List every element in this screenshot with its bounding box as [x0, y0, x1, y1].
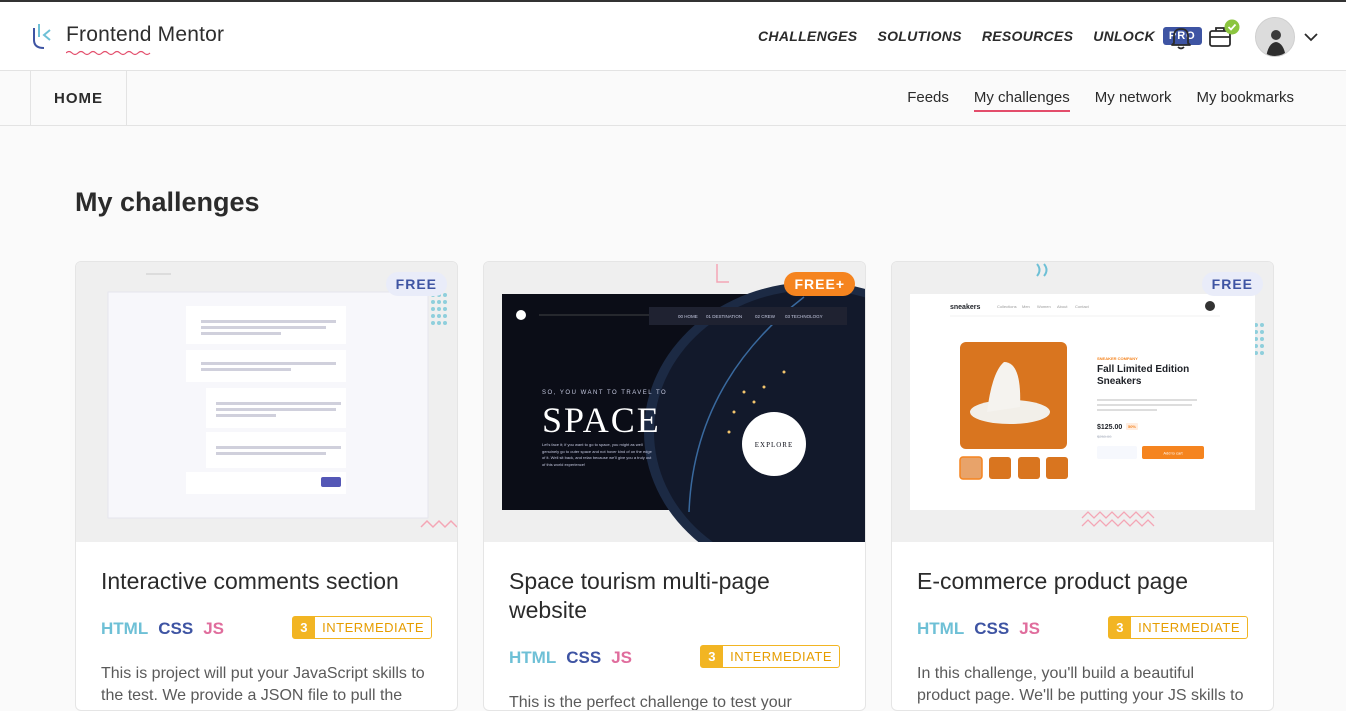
nav-solutions[interactable]: SOLUTIONS — [877, 28, 961, 44]
main-nav: CHALLENGES SOLUTIONS RESOURCES UNLOCK PR… — [758, 27, 1202, 45]
brand-name: Frontend Mentor — [66, 23, 224, 56]
top-bar: Frontend Mentor CHALLENGES SOLUTIONS RES… — [0, 0, 1346, 71]
shop-brand: sneakers — [950, 304, 980, 311]
challenge-card[interactable]: FREE Interactive comments section HTML C… — [75, 261, 458, 711]
space-menu-home: 00 HOME — [678, 314, 698, 319]
tag-css: CSS — [566, 648, 602, 667]
sub-nav-bar: HOME Feeds My challenges My network My b… — [0, 71, 1346, 126]
tab-my-challenges[interactable]: My challenges — [973, 89, 1070, 112]
tag-js: JS — [203, 619, 224, 638]
tag-js: JS — [1019, 619, 1040, 638]
tag-html: HTML — [509, 648, 557, 667]
home-link[interactable]: HOME — [30, 71, 127, 126]
tag-css: CSS — [974, 619, 1010, 638]
space-headline: SPACE — [542, 400, 661, 440]
space-body: Let's face it; if you want to go to spac… — [542, 442, 652, 467]
logo-icon — [33, 24, 51, 49]
space-menu-crew: 02 CREW — [755, 314, 776, 319]
svg-text:Women: Women — [1037, 304, 1051, 309]
space-preview-image: 00 HOME 01 DESTINATION 02 CREW 03 TECHNO… — [484, 262, 865, 542]
nav-challenges[interactable]: CHALLENGES — [758, 28, 857, 44]
challenge-card[interactable]: sneakers Collections Men Women About Con… — [891, 261, 1274, 711]
card-title[interactable]: Space tourism multi-page website — [509, 567, 845, 625]
challenge-card[interactable]: 00 HOME 01 DESTINATION 02 CREW 03 TECHNO… — [483, 261, 866, 711]
nav-resources[interactable]: RESOURCES — [982, 28, 1073, 44]
card-thumbnail[interactable]: 00 HOME 01 DESTINATION 02 CREW 03 TECHNO… — [484, 262, 865, 542]
svg-text:50%: 50% — [1128, 424, 1136, 429]
tech-tags: HTML CSS JS — [917, 619, 1050, 639]
svg-text:About: About — [1057, 304, 1068, 309]
card-description: This is project will put your JavaScript… — [101, 665, 425, 704]
shop-price: $125.00 — [1097, 424, 1122, 431]
shop-product: Fall Limited Edition Sneakers — [1097, 364, 1190, 387]
space-menu-destination: 01 DESTINATION — [706, 314, 742, 319]
space-menu-technology: 03 TECHNOLOGY — [785, 314, 823, 319]
difficulty-badge: 3 INTERMEDIATE — [700, 645, 840, 668]
tag-css: CSS — [158, 619, 194, 638]
logo[interactable]: Frontend Mentor — [30, 20, 224, 56]
comments-preview-image — [76, 262, 457, 542]
tag-html: HTML — [101, 619, 149, 638]
shop-company: SNEAKER COMPANY — [1097, 356, 1138, 361]
tab-my-network[interactable]: My network — [1095, 89, 1172, 112]
difficulty-badge: 3 INTERMEDIATE — [292, 616, 432, 639]
svg-text:Collections: Collections — [997, 304, 1017, 309]
card-thumbnail[interactable]: sneakers Collections Men Women About Con… — [892, 262, 1273, 542]
tag-js: JS — [611, 648, 632, 667]
ecommerce-preview-image: sneakers Collections Men Women About Con… — [892, 262, 1273, 542]
page-title: My challenges — [75, 187, 260, 217]
nav-unlock[interactable]: UNLOCK — [1093, 28, 1155, 44]
tab-feeds[interactable]: Feeds — [907, 89, 949, 112]
bell-icon[interactable] — [1170, 26, 1192, 50]
card-description: This is the perfect challenge to test yo… — [509, 694, 792, 711]
space-tagline: SO, YOU WANT TO TRAVEL TO — [542, 390, 667, 396]
tech-tags: HTML CSS JS — [101, 619, 234, 639]
tab-my-bookmarks[interactable]: My bookmarks — [1196, 89, 1294, 112]
free-plus-badge: FREE+ — [784, 272, 855, 296]
card-title[interactable]: Interactive comments section — [101, 567, 437, 596]
chevron-down-icon[interactable] — [1303, 31, 1319, 43]
svg-text:$250.00: $250.00 — [1097, 434, 1112, 439]
space-cta: EXPLORE — [755, 441, 794, 449]
card-thumbnail[interactable]: FREE — [76, 262, 457, 542]
svg-text:Men: Men — [1022, 304, 1030, 309]
avatar[interactable] — [1255, 17, 1295, 57]
tech-tags: HTML CSS JS — [509, 648, 642, 668]
tag-html: HTML — [917, 619, 965, 638]
svg-text:Contact: Contact — [1075, 304, 1090, 309]
difficulty-badge: 3 INTERMEDIATE — [1108, 616, 1248, 639]
card-description: In this challenge, you'll build a beauti… — [917, 665, 1244, 704]
card-title[interactable]: E-commerce product page — [917, 567, 1253, 596]
sub-nav: Feeds My challenges My network My bookma… — [882, 89, 1294, 112]
free-badge: FREE — [1201, 272, 1263, 296]
free-badge: FREE — [385, 272, 447, 296]
briefcase-icon[interactable] — [1208, 19, 1242, 51]
shop-add-button: Add to cart — [1163, 451, 1183, 456]
